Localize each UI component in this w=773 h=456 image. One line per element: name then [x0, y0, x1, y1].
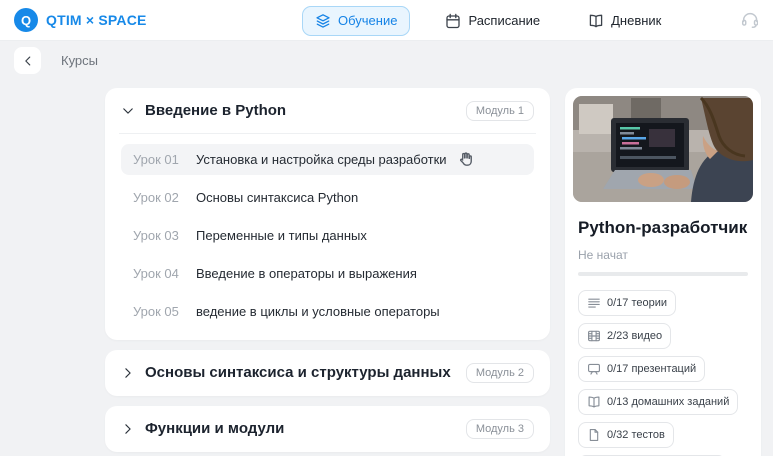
stat-chip-label: 0/17 теории	[607, 297, 668, 309]
stat-chip: 0/17 презентаций	[578, 356, 706, 382]
lesson-row[interactable]: Урок 05 ведение в циклы и условные операт…	[121, 296, 534, 327]
chevron-right-icon	[125, 424, 131, 434]
lesson-title: Введение в операторы и выражения	[196, 266, 417, 281]
progress-bar	[578, 272, 748, 276]
course-status: Не начат	[578, 248, 628, 262]
lesson-number: Урок 04	[133, 266, 179, 281]
stat-chip-label: 0/32 тестов	[607, 429, 665, 441]
chevron-left-icon	[24, 55, 30, 66]
logo-text: QTIM × SPACE	[46, 12, 147, 28]
stat-chip-label: 2/23 видео	[607, 330, 663, 342]
back-button[interactable]	[14, 47, 41, 74]
nav-tab-label: Обучение	[338, 13, 398, 28]
document-icon	[589, 429, 599, 441]
text-lines-icon	[588, 298, 600, 308]
lesson-row[interactable]: Урок 03 Переменные и типы данных	[121, 220, 534, 251]
logo-q-icon: Q	[14, 8, 38, 32]
lesson-row[interactable]: Урок 04 Введение в операторы и выражения	[121, 258, 534, 289]
modules-list: Введение в Python Модуль 1 Урок 01 Установк…	[105, 88, 550, 456]
main-nav: Обучение Расписание Дневник	[302, 5, 674, 36]
chevron-down-icon	[123, 108, 133, 114]
presentation-icon	[588, 363, 600, 375]
lesson-number: Урок 02	[133, 190, 179, 205]
module-badge: Модуль 2	[465, 363, 534, 383]
module-card: Функции и модули Модуль 3	[105, 406, 550, 452]
stat-chip: 0/13 домашних заданий	[578, 389, 739, 415]
lesson-title: Установка и настройка среды разработки	[196, 152, 447, 167]
course-card: Python-разработчик Не начат 0/17 теории 2…	[565, 88, 761, 456]
man-coding-photo	[573, 96, 753, 202]
film-icon	[588, 330, 600, 342]
book-icon	[589, 14, 603, 27]
nav-tab-schedule[interactable]: Расписание	[432, 6, 553, 36]
hand-cursor-icon	[459, 152, 472, 166]
app-logo: Q QTIM × SPACE	[14, 8, 147, 32]
open-book-icon	[588, 396, 600, 408]
lesson-number: Урок 01	[133, 152, 179, 167]
nav-tab-label: Дневник	[611, 13, 662, 28]
lesson-title: Переменные и типы данных	[196, 228, 367, 243]
calendar-icon	[446, 13, 461, 28]
headset-icon[interactable]	[740, 10, 758, 28]
course-body: Python-разработчик Не начат 0/17 теории 2…	[573, 202, 753, 456]
stat-chip-label: 0/17 презентаций	[607, 363, 697, 375]
course-title: Python-разработчик	[578, 218, 748, 237]
hand-cursor	[457, 151, 474, 168]
lesson-title: ведение в циклы и условные операторы	[196, 304, 440, 319]
nav-tab-learning[interactable]: Обучение	[302, 5, 411, 36]
lesson-title: Основы синтаксиса Python	[196, 190, 359, 205]
course-photo	[573, 96, 753, 202]
headset-icon	[741, 12, 758, 28]
lesson-number: Урок 05	[133, 304, 179, 319]
nav-tab-label: Расписание	[468, 13, 541, 28]
module-header[interactable]: Основы синтаксиса и структуры данных Моду…	[121, 363, 534, 383]
lesson-row[interactable]: Урок 02 Основы синтаксиса Python	[121, 182, 534, 213]
module-title: Введение в Python	[145, 102, 287, 119]
module-card: Основы синтаксиса и структуры данных Моду…	[105, 350, 550, 396]
lesson-number: Урок 03	[133, 228, 179, 243]
breadcrumb-label[interactable]: Курсы	[61, 53, 98, 68]
divider	[119, 133, 536, 134]
chevron-right-icon	[125, 368, 131, 378]
stat-chip: 0/17 теории	[578, 290, 677, 316]
module-card: Введение в Python Модуль 1 Урок 01 Установк…	[105, 88, 550, 340]
module-badge: Модуль 3	[465, 419, 534, 439]
nav-tab-diary[interactable]: Дневник	[575, 6, 674, 36]
lesson-row[interactable]: Урок 01 Установка и настройка среды разра…	[121, 144, 534, 175]
stat-chip: 2/23 видео	[578, 323, 672, 349]
stat-chip: 0/32 тестов	[578, 422, 674, 448]
top-navbar: Q QTIM × SPACE Обучение Расписание Дневник	[0, 0, 773, 41]
module-title: Основы синтаксиса и структуры данных	[145, 364, 451, 381]
module-header[interactable]: Введение в Python Модуль 1	[121, 101, 534, 121]
course-sidebar: Python-разработчик Не начат 0/17 теории 2…	[565, 88, 761, 456]
breadcrumb: Курсы	[14, 47, 98, 74]
module-header[interactable]: Функции и модули Модуль 3	[121, 419, 534, 439]
module-title: Функции и модули	[145, 420, 285, 437]
stat-chip-label: 0/13 домашних заданий	[607, 396, 730, 408]
course-stats: 0/17 теории 2/23 видео 0/17 презентаций 0/1…	[578, 290, 748, 456]
module-badge: Модуль 1	[465, 101, 534, 121]
layers-icon	[316, 13, 330, 28]
